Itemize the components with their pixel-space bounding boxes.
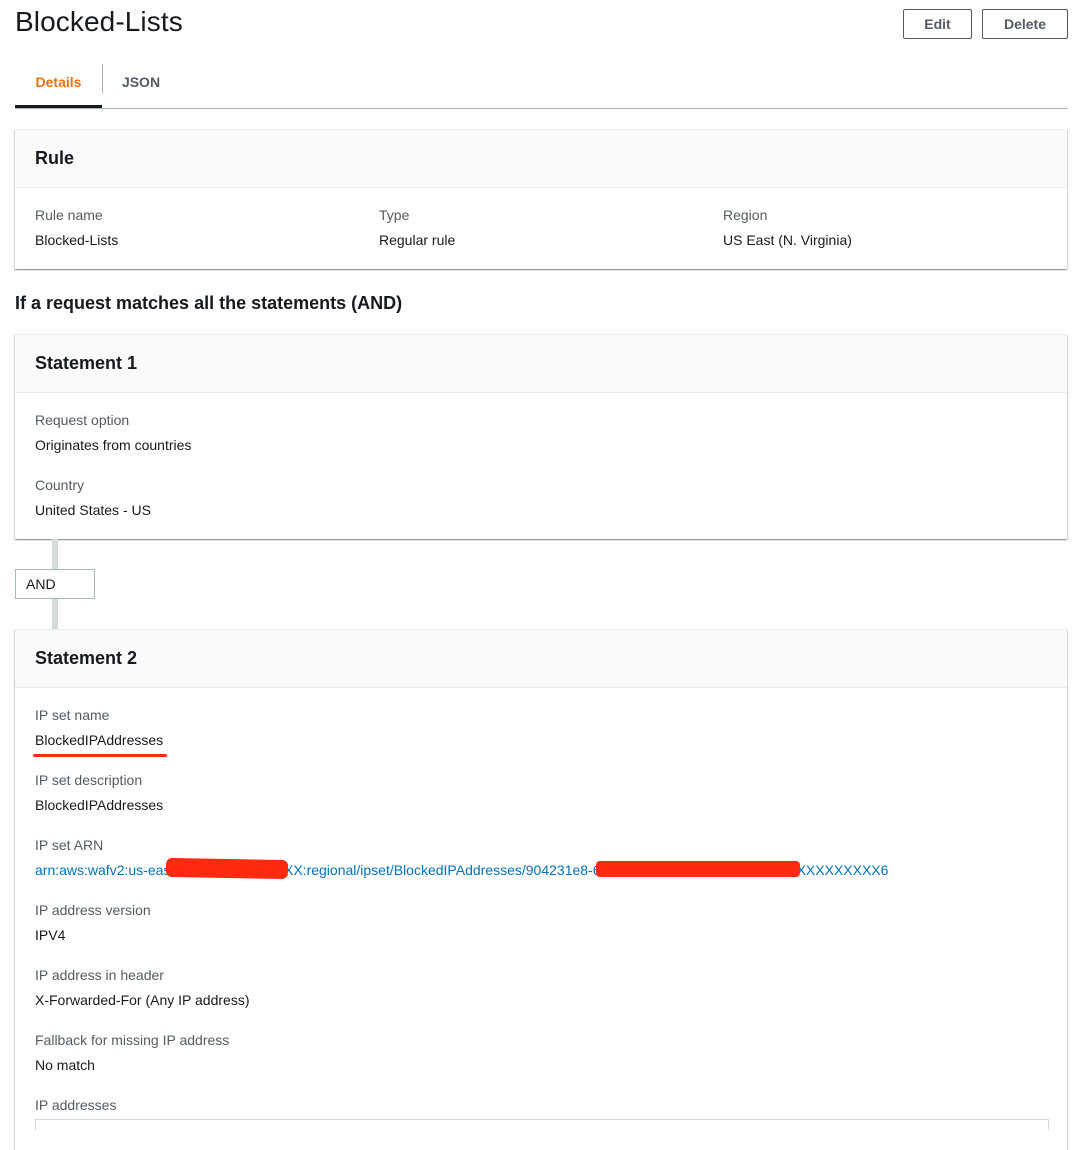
fallback-value: No match xyxy=(35,1057,95,1073)
rule-name-label: Rule name xyxy=(35,207,103,223)
request-option-value: Originates from countries xyxy=(35,437,192,453)
rule-region-label: Region xyxy=(723,207,768,223)
rule-name-field: Rule name Blocked-Lists xyxy=(35,205,118,250)
edit-button[interactable]: Edit xyxy=(903,9,972,39)
ip-set-name-value: BlockedIPAddresses xyxy=(35,732,164,748)
ip-set-name-label: IP set name xyxy=(35,707,110,723)
country-label: Country xyxy=(35,477,85,493)
fallback-label: Fallback for missing IP address xyxy=(35,1032,230,1048)
page-title: Blocked-Lists xyxy=(15,6,183,37)
request-option-field: Request option Originates from countries xyxy=(35,410,191,455)
ip-address-header-label: IP address in header xyxy=(35,967,164,983)
and-operator: AND xyxy=(15,569,95,599)
statement-2-panel: Statement 2 IP set name BlockedIPAddress… xyxy=(15,629,1067,1150)
tab-bar: Details JSON xyxy=(15,56,1068,109)
ip-set-name-field: IP set name BlockedIPAddresses xyxy=(35,705,163,750)
ip-set-arn-label: IP set ARN xyxy=(35,837,104,853)
request-option-label: Request option xyxy=(35,412,130,428)
statement-1-panel: Statement 1 Request option Originates fr… xyxy=(15,334,1067,539)
ip-set-description-label: IP set description xyxy=(35,772,143,788)
statement-2-title: Statement 2 xyxy=(15,630,1067,688)
ip-address-version-field: IP address version IPV4 xyxy=(35,900,151,945)
ip-addresses-field: IP addresses xyxy=(35,1095,116,1115)
ip-addresses-label: IP addresses xyxy=(35,1097,117,1113)
tab-details[interactable]: Details xyxy=(15,56,102,108)
statements-heading: If a request matches all the statements … xyxy=(15,293,403,313)
country-field: Country United States - US xyxy=(35,475,151,520)
fallback-field: Fallback for missing IP address No match xyxy=(35,1030,229,1075)
redaction-mark-2 xyxy=(596,861,800,877)
rule-type-value: Regular rule xyxy=(379,232,456,248)
rule-region-field: Region US East (N. Virginia) xyxy=(723,205,852,250)
annotation-underline xyxy=(33,754,167,757)
redaction-mark-1 xyxy=(165,857,289,880)
statement-1-title: Statement 1 xyxy=(15,335,1067,393)
ip-address-version-value: IPV4 xyxy=(35,927,66,943)
rule-panel-title: Rule xyxy=(15,130,1067,188)
ip-address-header-field: IP address in header X-Forwarded-For (An… xyxy=(35,965,249,1010)
ip-set-description-value: BlockedIPAddresses xyxy=(35,797,164,813)
delete-button[interactable]: Delete xyxy=(982,9,1068,39)
country-value: United States - US xyxy=(35,502,151,518)
ip-set-description-field: IP set description BlockedIPAddresses xyxy=(35,770,163,815)
and-connector-top xyxy=(52,539,58,569)
ip-addresses-table xyxy=(35,1119,1049,1130)
ip-address-version-label: IP address version xyxy=(35,902,151,918)
tab-json[interactable]: JSON xyxy=(103,56,179,108)
rule-type-field: Type Regular rule xyxy=(379,205,455,250)
rule-name-value: Blocked-Lists xyxy=(35,232,119,248)
rule-region-value: US East (N. Virginia) xyxy=(723,232,852,248)
rule-type-label: Type xyxy=(379,207,410,223)
rule-panel: Rule Rule name Blocked-Lists Type Regula… xyxy=(15,129,1067,269)
ip-address-header-value: X-Forwarded-For (Any IP address) xyxy=(35,992,250,1008)
and-connector-bottom xyxy=(52,599,58,629)
